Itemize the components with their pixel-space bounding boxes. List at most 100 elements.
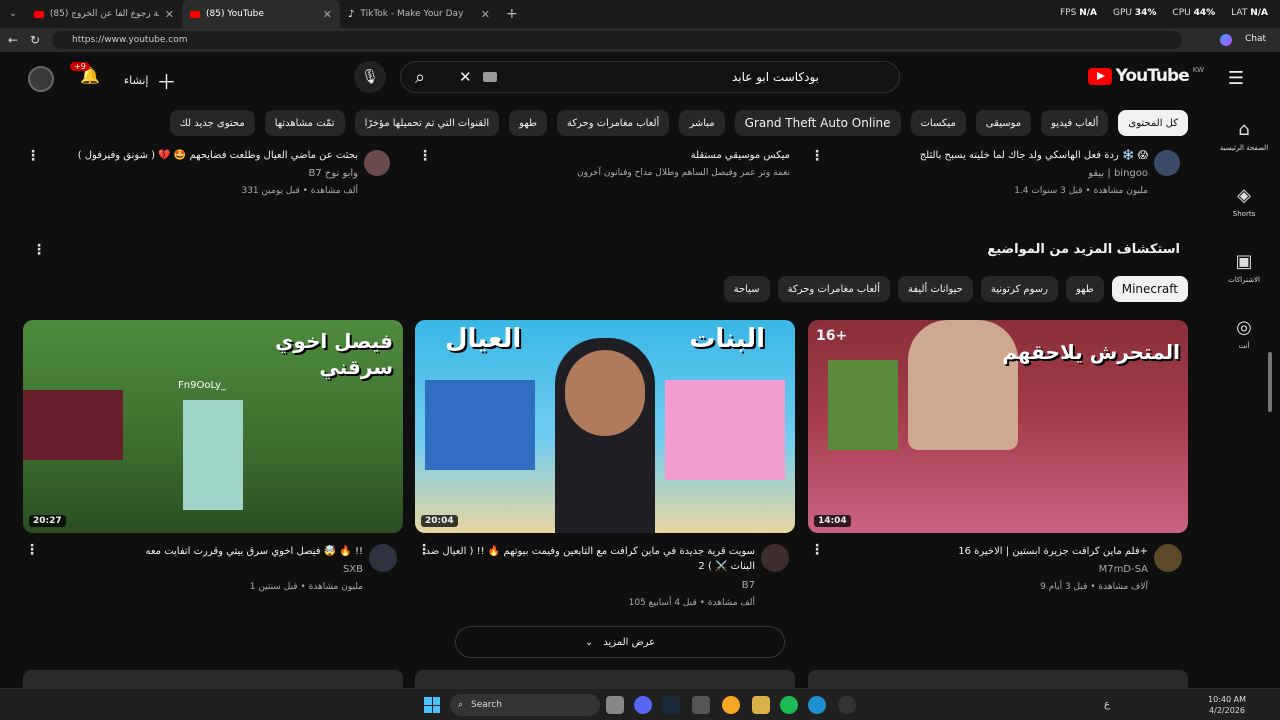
search-input[interactable]: بودكاست ابو عابد	[732, 70, 819, 84]
clear-search-icon[interactable]: ✕	[459, 68, 472, 86]
scrollbar[interactable]	[1268, 352, 1272, 412]
more-actions-icon[interactable]: ⋮	[810, 542, 824, 558]
topic-chip[interactable]: حيوانات أليفة	[898, 276, 973, 302]
chip[interactable]: تمّت مشاهدتها	[264, 110, 345, 136]
steam-icon[interactable]	[662, 696, 680, 714]
search-box[interactable]: ⌕ ✕ بودكاست ابو عابد	[400, 61, 900, 93]
chip[interactable]: ميكسات	[910, 110, 966, 136]
voice-search-button[interactable]: 🎙	[354, 61, 386, 93]
app-icon[interactable]	[838, 696, 856, 714]
chip[interactable]: محتوى جديد لك	[169, 110, 255, 136]
next-row-thumbnail[interactable]	[415, 670, 795, 688]
topic-chip[interactable]: ألعاب مغامرات وحركة	[777, 276, 890, 302]
video-thumbnail[interactable]: العيال البنات 20:04	[415, 320, 795, 533]
channel-name[interactable]: M7mD-SA	[1099, 564, 1148, 575]
channel-name[interactable]: B7 وابو نوح	[308, 168, 358, 179]
person-face	[565, 350, 645, 436]
more-actions-icon[interactable]: ⋮	[418, 148, 432, 164]
app-icon[interactable]	[722, 696, 740, 714]
app-icon[interactable]	[692, 696, 710, 714]
video-title[interactable]: سويت قرية جديدة في ماين كرافت مع التابعي…	[425, 544, 755, 574]
tab-youtube[interactable]: (85) YouTube ✕	[182, 0, 340, 28]
video-title[interactable]: فيصل اخوي سرق بيتي وقررت اتفايت معه 🤯 🔥 …	[33, 544, 363, 559]
more-actions-icon[interactable]: ⋮	[417, 542, 431, 558]
mix-item[interactable]: ميكس موسيقي مستقلة نغمة وتر عمر وفيصل ال…	[418, 148, 790, 208]
clock[interactable]: 10:40 AM 4/2/2026	[1208, 694, 1246, 716]
tab-tiktok[interactable]: ♪ TikTok - Make Your Day ✕	[340, 0, 498, 28]
chip[interactable]: موسيقى	[975, 110, 1032, 136]
topic-chip[interactable]: Minecraft	[1111, 276, 1188, 302]
chip[interactable]: ألعاب فيديو	[1041, 110, 1109, 136]
close-tab-icon[interactable]: ✕	[165, 8, 174, 21]
chip[interactable]: Grand Theft Auto Online	[734, 110, 901, 136]
windows-start-icon[interactable]	[424, 697, 440, 713]
topic-chip[interactable]: طهو	[1065, 276, 1104, 302]
channel-name[interactable]: بيقو | bingoo	[1088, 168, 1148, 179]
pink-house	[665, 380, 785, 480]
create-button[interactable]: إنشاء ＋	[124, 66, 176, 95]
video-thumbnail[interactable]: فيصل اخوي سرقني Fn9OoLy_ 20:27	[23, 320, 403, 533]
tab-stream[interactable]: (85) بث اسامة رجوع الفا عن الخروج ... ✕	[26, 0, 182, 28]
video-thumbnail[interactable]: المتحرش يلاحقهم 16+ 14:04	[808, 320, 1188, 533]
address-bar-row: ← ↻ https://www.youtube.com Chat	[0, 28, 1280, 52]
chat-button[interactable]: Chat	[1245, 34, 1266, 44]
show-more-button[interactable]: ⌄ عرض المزيد	[455, 626, 785, 658]
next-row-thumbnail[interactable]	[23, 670, 403, 688]
video-meta: 1 مليون مشاهدة • قبل سنتين	[249, 582, 363, 592]
close-tab-icon[interactable]: ✕	[323, 8, 332, 21]
channel-avatar[interactable]	[364, 150, 390, 176]
mix-title[interactable]: ميكس موسيقي مستقلة	[691, 150, 790, 161]
back-icon[interactable]: ←	[8, 33, 18, 47]
menu-icon[interactable]: ☰	[1228, 68, 1244, 89]
sidebar-item-subscriptions[interactable]: ▣ الاشتراكات	[1208, 234, 1280, 300]
tab-menu-button[interactable]: ⌄	[0, 0, 26, 28]
chip[interactable]: القنوات التي تم تحميلها مؤخرًا	[354, 110, 500, 136]
edge-icon[interactable]	[808, 696, 826, 714]
app-icon[interactable]	[752, 696, 770, 714]
sidebar-item-shorts[interactable]: ◈ Shorts	[1208, 168, 1280, 234]
topic-chip[interactable]: رسوم كرتونية	[980, 276, 1058, 302]
more-actions-icon[interactable]: ⋮	[25, 542, 39, 558]
video-item[interactable]: ردة فعل الهاسكي ولد جاك لما خليته يسبح ب…	[810, 148, 1188, 208]
channel-name[interactable]: B7	[742, 580, 755, 591]
video-title[interactable]: بحثت عن ماضي العيال وطلعت فضايحهم 🤩 💔 ( …	[78, 150, 358, 161]
video-item[interactable]: بحثت عن ماضي العيال وطلعت فضايحهم 🤩 💔 ( …	[26, 148, 398, 208]
section-more-icon[interactable]: ⋮	[32, 242, 46, 258]
close-tab-icon[interactable]: ✕	[481, 8, 490, 21]
topic-chip[interactable]: سياحة	[723, 276, 770, 302]
chip[interactable]: طهو	[509, 110, 547, 136]
youtube-logo[interactable]: YouTube KW	[1087, 66, 1204, 86]
notifications-button[interactable]: +9 🔔	[70, 62, 100, 85]
file-explorer-icon[interactable]	[606, 696, 624, 714]
search-icon[interactable]: ⌕	[415, 67, 425, 88]
spotify-icon[interactable]	[780, 696, 798, 714]
chip[interactable]: ألعاب مغامرات وحركة	[556, 110, 670, 136]
input-language[interactable]: ع	[1104, 699, 1110, 710]
channel-avatar[interactable]	[369, 544, 397, 572]
url-field[interactable]: https://www.youtube.com	[52, 31, 1182, 49]
channel-avatar[interactable]	[1154, 150, 1180, 176]
new-tab-button[interactable]: +	[498, 0, 526, 28]
taskbar: ⌕ Search ع 10:40 AM 4/2/2026	[0, 688, 1280, 720]
youtube-favicon-icon	[190, 10, 200, 18]
copilot-icon[interactable]	[1220, 34, 1232, 46]
taskbar-search[interactable]: ⌕ Search	[450, 694, 600, 716]
keyboard-icon[interactable]	[483, 72, 497, 82]
reload-icon[interactable]: ↻	[30, 33, 40, 47]
video-title[interactable]: فلم ماين كرافت جزيرة ابستين | الاخيرة 16…	[818, 544, 1148, 559]
video-title[interactable]: ردة فعل الهاسكي ولد جاك لما خليته يسبح ب…	[920, 150, 1148, 161]
avatar[interactable]	[28, 66, 54, 92]
logo-text: YouTube	[1115, 66, 1190, 86]
sidebar-item-home[interactable]: ⌂ الصفحة الرئيسية	[1208, 102, 1280, 168]
chip-all[interactable]: كل المحتوى	[1118, 110, 1188, 136]
chip[interactable]: مباشر	[679, 110, 725, 136]
channel-name[interactable]: SXB	[343, 564, 363, 575]
channel-avatar[interactable]	[1154, 544, 1182, 572]
more-actions-icon[interactable]: ⋮	[26, 148, 40, 164]
thumbnail-caption: المتحرش يلاحقهم	[1002, 340, 1180, 364]
more-actions-icon[interactable]: ⋮	[810, 148, 824, 164]
channel-avatar[interactable]	[761, 544, 789, 572]
next-row-thumbnail[interactable]	[808, 670, 1188, 688]
browser-tab-strip: ⌄ (85) بث اسامة رجوع الفا عن الخروج ... …	[0, 0, 1280, 28]
discord-icon[interactable]	[634, 696, 652, 714]
